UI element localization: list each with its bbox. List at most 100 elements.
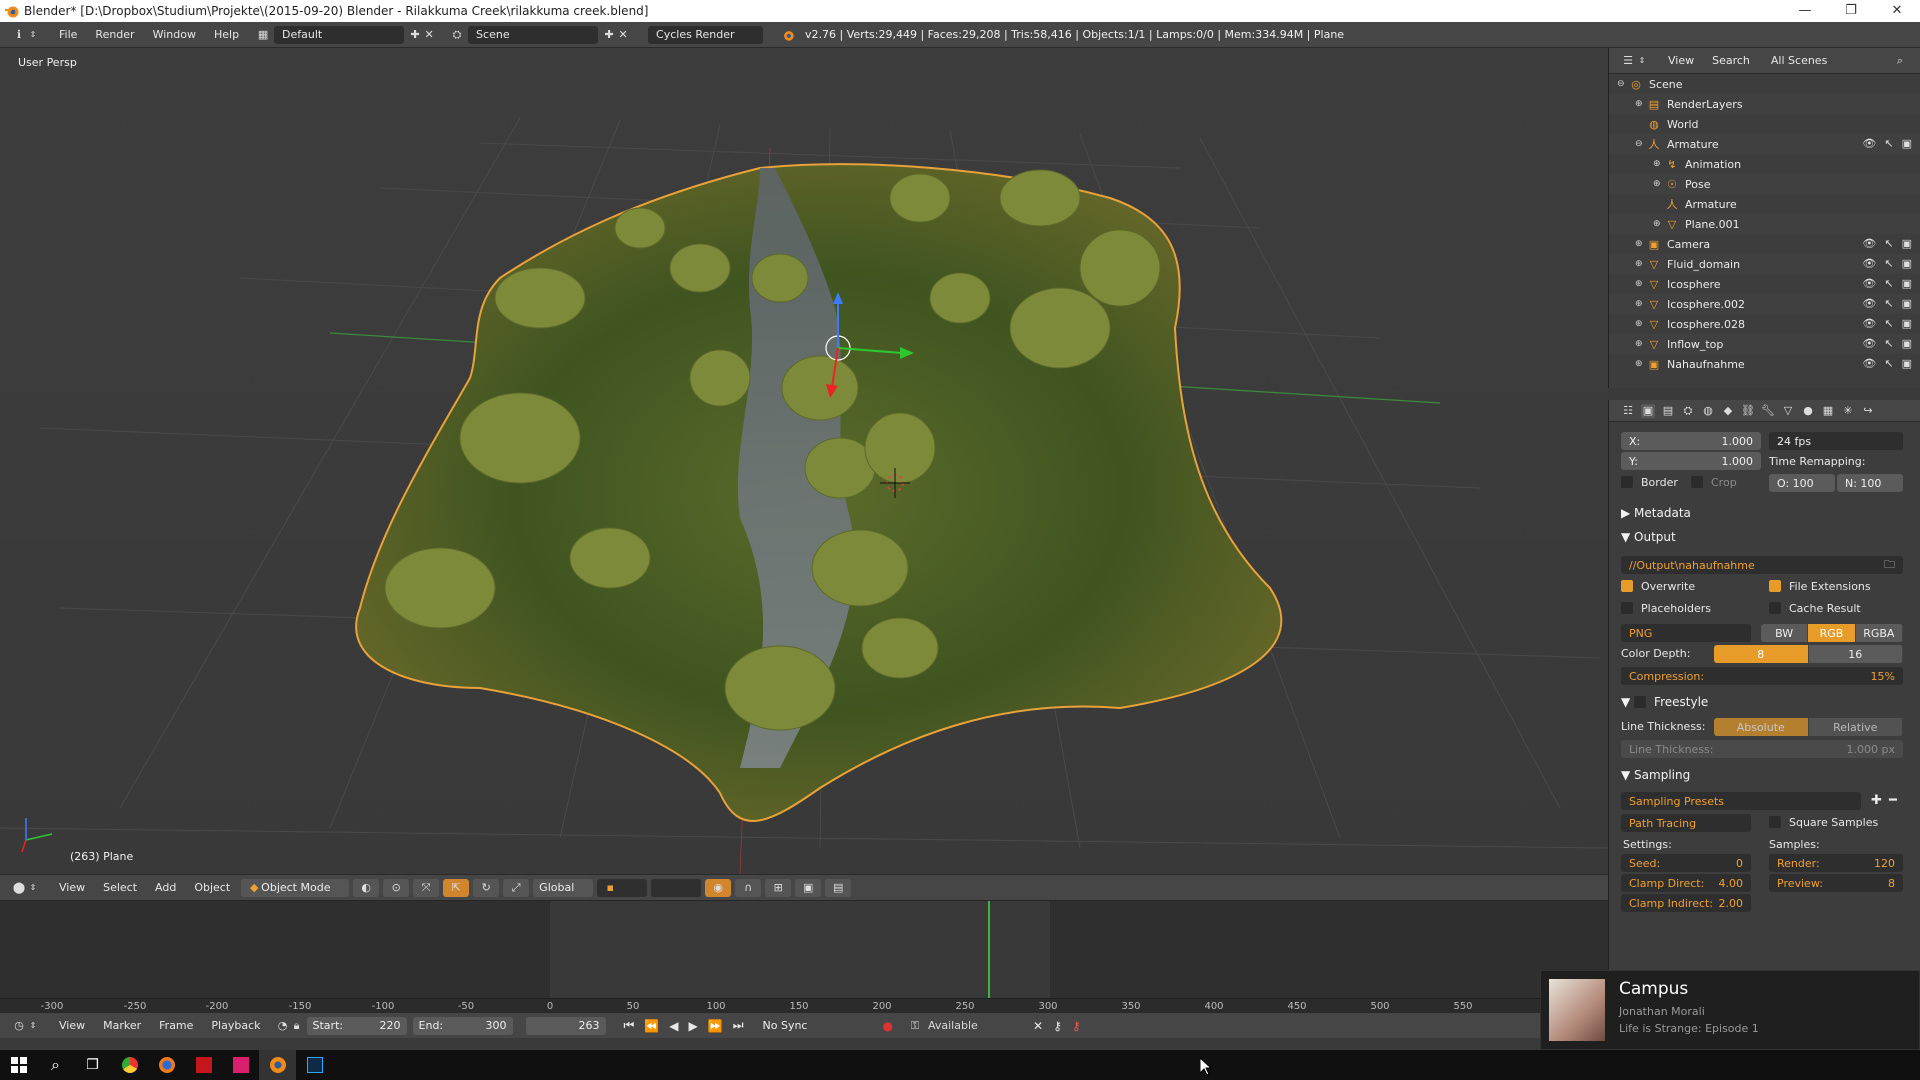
render-camera-icon[interactable]: ▣ [1902,317,1912,330]
expand-toggle-icon[interactable]: ⊕ [1635,99,1647,109]
sync-mode-select[interactable]: No Sync [756,1016,867,1035]
expand-toggle-icon[interactable]: ⊕ [1653,219,1665,229]
selectable-arrow-icon[interactable]: ↖ [1884,237,1893,250]
snap-toggle[interactable]: ∩ [735,878,762,897]
visibility-eye-icon[interactable]: 👁︎ [1862,257,1876,270]
3d-view-editor-icon[interactable]: ⬤ [12,881,26,895]
add-preset-button[interactable]: ✚ [1871,793,1882,808]
taskbar-blender[interactable] [259,1050,296,1080]
proportional-edit-button[interactable]: ◉ [705,878,732,897]
render-tab-icon[interactable]: ▣ [1641,403,1655,418]
square-samples-checkbox[interactable]: Square Samples [1769,816,1878,829]
render-camera-icon[interactable]: ▣ [1902,277,1912,290]
selectable-arrow-icon[interactable]: ↖ [1884,297,1893,310]
compression-slider[interactable]: Compression: 15% [1621,667,1903,685]
render-camera-icon[interactable]: ▣ [1902,137,1912,150]
remove-scene-icon[interactable]: ✕ [616,28,630,42]
texture-tab-icon[interactable]: ▦ [1821,404,1835,418]
info-editor-icon[interactable]: ℹ [12,28,26,42]
outliner-row[interactable]: ⊕ ↯ Animation [1609,154,1920,174]
expand-toggle-icon[interactable]: ⊖ [1617,79,1629,89]
render-camera-icon[interactable]: ▣ [1902,297,1912,310]
expand-toggle-icon[interactable]: ⊖ [1635,139,1647,149]
modifiers-tab-icon[interactable]: 🔧︎ [1761,404,1775,418]
opengl-render-button[interactable]: ▣ [795,878,822,897]
frame-rate-select[interactable]: 24 fps [1769,432,1903,450]
expand-toggle-icon[interactable]: ⊕ [1653,179,1665,189]
expand-toggle-icon[interactable]: ⊕ [1635,299,1647,309]
material-tab-icon[interactable]: ● [1801,404,1815,418]
play-button[interactable]: ▶ [684,1019,703,1033]
timeline-ruler[interactable]: -300 -250 -200 -150 -100 -50 0 50 100 15… [0,998,1608,1012]
file-format-select[interactable]: PNG [1621,624,1751,642]
layers-grid-2[interactable] [651,878,702,897]
outliner-row[interactable]: ⊕ ☉ Pose [1609,174,1920,194]
viewport-canvas[interactable] [0,48,1608,874]
search-icon[interactable]: ⌕ [1893,54,1907,68]
menu-help[interactable]: Help [205,28,248,41]
outliner-row[interactable]: ⊕ ▽ Icosphere.028 👁︎ ↖ ▣ [1609,314,1920,334]
time-remap-new-field[interactable]: N: 100 [1837,474,1903,492]
taskbar-chrome[interactable] [111,1050,148,1080]
keying-set-value[interactable]: Available [928,1019,1028,1032]
constraints-tab-icon[interactable]: ⛓ [1741,404,1755,418]
jump-keyframe-back-button[interactable]: ⏪ [639,1019,664,1033]
output-path-field[interactable]: //Output\nahaufnahme 🗀 [1621,556,1903,574]
screen-layout-icon[interactable]: ▦ [256,28,270,42]
preview-range-icon[interactable]: ◔ [276,1019,290,1033]
outliner-row[interactable]: ⊕ ▽ Fluid_domain 👁︎ ↖ ▣ [1609,254,1920,274]
vp-menu-select[interactable]: Select [94,881,146,894]
insert-keyframe-button[interactable]: ⚷ [1048,1019,1067,1033]
expand-toggle-icon[interactable]: ⊕ [1635,259,1647,269]
line-thickness-absolute[interactable]: Absolute [1714,718,1809,736]
menu-window[interactable]: Window [144,28,205,41]
screen-layout-field[interactable]: Default [274,25,405,44]
translate-manipulator-button[interactable]: ⇱ [443,878,470,897]
ol-menu-view[interactable]: View [1659,54,1703,67]
color-depth-8[interactable]: 8 [1714,645,1809,663]
outliner-row[interactable]: ⊕ ▽ Icosphere.002 👁︎ ↖ ▣ [1609,294,1920,314]
outliner-editor-icon[interactable]: ☰ [1621,54,1635,68]
end-frame-field[interactable]: End: 300 [412,1016,513,1035]
jump-start-button[interactable]: ⏮ [619,1018,640,1033]
overwrite-checkbox[interactable]: Overwrite [1621,580,1695,593]
sampling-panel-header[interactable]: ▼ Sampling [1621,768,1690,782]
tl-menu-marker[interactable]: Marker [94,1019,150,1032]
clamp-indirect-field[interactable]: Clamp Indirect: 2.00 [1621,894,1751,912]
outliner-row[interactable]: ⊖ ⼈ Armature 👁︎ ↖ ▣ [1609,134,1920,154]
add-layout-icon[interactable]: ✚ [408,28,422,42]
particles-tab-icon[interactable]: ✳ [1841,404,1855,418]
outliner-row[interactable]: ⼈ Armature [1609,194,1920,214]
manipulator-toggle[interactable]: ⤧ [413,878,440,897]
taskbar-photoshop[interactable] [296,1050,333,1080]
color-depth-16[interactable]: 16 [1808,645,1903,663]
outliner-row[interactable]: ⊕ ▣ Camera 👁︎ ↖ ▣ [1609,234,1920,254]
delete-keyframe-button[interactable]: ⚷ [1067,1019,1086,1033]
chevron-updown-icon[interactable]: ⇕ [26,881,40,895]
chevron-updown-icon[interactable]: ⇕ [26,28,40,42]
crop-checkbox[interactable]: Crop [1691,476,1737,489]
clamp-direct-field[interactable]: Clamp Direct: 4.00 [1621,874,1751,892]
chevron-updown-icon[interactable]: ⇕ [26,1019,40,1033]
physics-tab-icon[interactable]: ↪ [1861,404,1875,418]
outliner-row[interactable]: ⊕ ▤ RenderLayers [1609,94,1920,114]
render-camera-icon[interactable]: ▣ [1902,257,1912,270]
selectable-arrow-icon[interactable]: ↖ [1884,137,1893,150]
taskbar-acrobat[interactable] [185,1050,222,1080]
render-engine-select[interactable]: Cycles Render [648,25,764,44]
visibility-eye-icon[interactable]: 👁︎ [1862,277,1876,290]
orientation-select[interactable]: Global [533,878,594,897]
search-button[interactable]: ⌕ [37,1050,74,1080]
integrator-select[interactable]: Path Tracing [1621,814,1751,832]
scale-manipulator-button[interactable]: ⤢ [503,878,530,897]
vp-menu-view[interactable]: View [50,881,94,894]
aspect-y-field[interactable]: Y: 1.000 [1621,452,1761,470]
3d-viewport[interactable]: User Persp (263) Plane [0,48,1608,874]
border-checkbox[interactable]: Border [1621,476,1678,489]
outliner-row[interactable]: ⊖ ◎ Scene [1609,74,1920,94]
minimize-button[interactable]: — [1782,0,1828,22]
render-samples-field[interactable]: Render: 120 [1769,854,1903,872]
task-view-button[interactable]: ❐ [74,1050,111,1080]
preview-samples-field[interactable]: Preview: 8 [1769,874,1903,892]
metadata-panel-header[interactable]: ▶ Metadata [1621,506,1691,520]
